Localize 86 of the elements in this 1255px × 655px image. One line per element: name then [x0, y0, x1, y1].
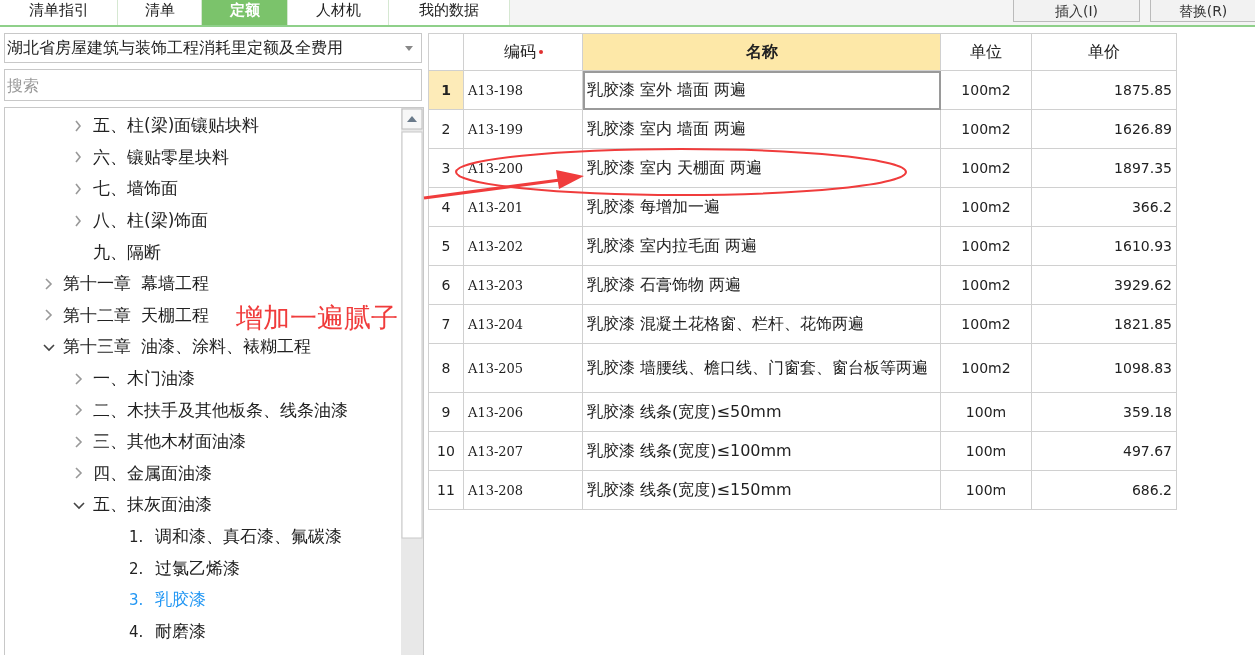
table-cell: 497.67 [1031, 431, 1177, 471]
column-header[interactable]: 名称 [582, 33, 941, 71]
table-cell: 100m2 [940, 226, 1032, 266]
column-header[interactable]: 编码 [463, 33, 583, 71]
tree-item[interactable]: 4. 耐磨漆 [129, 619, 206, 643]
library-dropdown[interactable]: 湖北省房屋建筑与装饰工程消耗里定额及全费用 [4, 33, 422, 63]
table-cell: 乳胶漆 室外 墙面 两遍 [582, 70, 941, 110]
table-cell: A13-206 [463, 392, 583, 432]
row-number[interactable]: 8 [428, 343, 464, 393]
table-cell: 100m2 [940, 109, 1032, 149]
tree-item[interactable]: 五、柱(梁)面镶贴块料 [93, 114, 260, 138]
row-number[interactable]: 11 [428, 470, 464, 510]
table-cell: 100m2 [940, 265, 1032, 305]
tab[interactable]: 人材机 [288, 0, 389, 25]
table-cell: 乳胶漆 混凝土花格窗、栏杆、花饰两遍 [582, 304, 941, 344]
tree-item[interactable]: 2. 过氯乙烯漆 [129, 556, 240, 580]
tab[interactable]: 我的数据 [389, 0, 510, 25]
row-number[interactable]: 7 [428, 304, 464, 344]
corner-cell [428, 33, 464, 71]
scrollbar[interactable] [401, 108, 423, 655]
tree-item[interactable]: 第十一章 幕墙工程 [63, 272, 209, 296]
tree-item[interactable]: 六、镶贴零星块料 [93, 145, 229, 169]
table-cell: 100m2 [940, 304, 1032, 344]
column-header[interactable]: 单位 [940, 33, 1032, 71]
row-number[interactable]: 4 [428, 187, 464, 227]
table-cell: 100m2 [940, 187, 1032, 227]
row-number[interactable]: 10 [428, 431, 464, 471]
tree-item[interactable]: 五、抹灰面油漆 [93, 493, 212, 517]
caret-icon [405, 45, 413, 51]
toolbar-button[interactable]: 替换(R) [1150, 0, 1255, 22]
table-cell: 乳胶漆 墙腰线、檐口线、门窗套、窗台板等两遍 [582, 343, 941, 393]
table-cell: 100m [940, 470, 1032, 510]
table-cell: 100m2 [940, 343, 1032, 393]
table-cell: 乳胶漆 室内拉毛面 两遍 [582, 226, 941, 266]
table-cell: 1875.85 [1031, 70, 1177, 110]
table-cell: 100m2 [940, 70, 1032, 110]
search-field[interactable]: 搜索 [4, 69, 422, 101]
row-number[interactable]: 2 [428, 109, 464, 149]
table-cell: 乳胶漆 石膏饰物 两遍 [582, 265, 941, 305]
tree-item[interactable]: 八、柱(梁)饰面 [93, 209, 209, 233]
column-header[interactable]: 单价 [1031, 33, 1177, 71]
table-cell: 乳胶漆 线条(宽度)≤100mm [582, 431, 941, 471]
tree-item[interactable]: 第十二章 天棚工程 [63, 303, 209, 327]
table-cell: A13-201 [463, 187, 583, 227]
tab[interactable]: 清单指引 [0, 0, 118, 25]
table-cell: A13-207 [463, 431, 583, 471]
toolbar-button[interactable]: 插入(I) [1013, 0, 1140, 22]
tree-item[interactable]: 1. 调和漆、真石漆、氟碳漆 [129, 525, 342, 548]
tree-item[interactable]: 四、金属面油漆 [93, 461, 212, 485]
row-number[interactable]: 1 [428, 70, 464, 110]
table-cell: 366.2 [1031, 187, 1177, 227]
table-cell: 1626.89 [1031, 109, 1177, 149]
tree-item[interactable]: 第十三章 油漆、涂料、裱糊工程 [63, 335, 311, 359]
row-number[interactable]: 5 [428, 226, 464, 266]
table-cell: 100m [940, 431, 1032, 471]
row-number[interactable]: 3 [428, 148, 464, 188]
table-cell: A13-198 [463, 70, 583, 110]
annotation-text: 增加一遍腻子 [236, 301, 398, 335]
table-cell: 乳胶漆 线条(宽度)≤50mm [582, 392, 941, 432]
tree-item[interactable]: 九、隔断 [93, 240, 161, 264]
table-cell: 359.18 [1031, 392, 1177, 432]
table-cell: 100m [940, 392, 1032, 432]
table-cell: A13-204 [463, 304, 583, 344]
table-cell: 686.2 [1031, 470, 1177, 510]
table-cell: A13-202 [463, 226, 583, 266]
table-cell: 1897.35 [1031, 148, 1177, 188]
table-cell: 乳胶漆 室内 天棚面 两遍 [582, 148, 941, 188]
table-cell: 1098.83 [1031, 343, 1177, 393]
tree-item[interactable]: 七、墙饰面 [93, 177, 178, 201]
table-cell: 乳胶漆 室内 墙面 两遍 [582, 109, 941, 149]
tree-item[interactable]: 一、木门油漆 [93, 367, 195, 391]
tree-item[interactable]: 三、其他木材面油漆 [93, 430, 246, 454]
table-cell: A13-208 [463, 470, 583, 510]
row-number[interactable]: 6 [428, 265, 464, 305]
table-cell: A13-203 [463, 265, 583, 305]
tab[interactable]: 清单 [118, 0, 202, 25]
table-cell: A13-205 [463, 343, 583, 393]
table-cell: 100m2 [940, 148, 1032, 188]
tree-item[interactable]: 二、木扶手及其他板条、线条油漆 [93, 398, 348, 422]
table-cell: 乳胶漆 每增加一遍 [582, 187, 941, 227]
table-cell: 1821.85 [1031, 304, 1177, 344]
table-cell: 1610.93 [1031, 226, 1177, 266]
row-number[interactable]: 9 [428, 392, 464, 432]
table-cell: 3929.62 [1031, 265, 1177, 305]
table-cell: A13-199 [463, 109, 583, 149]
table-cell: 乳胶漆 线条(宽度)≤150mm [582, 470, 941, 510]
